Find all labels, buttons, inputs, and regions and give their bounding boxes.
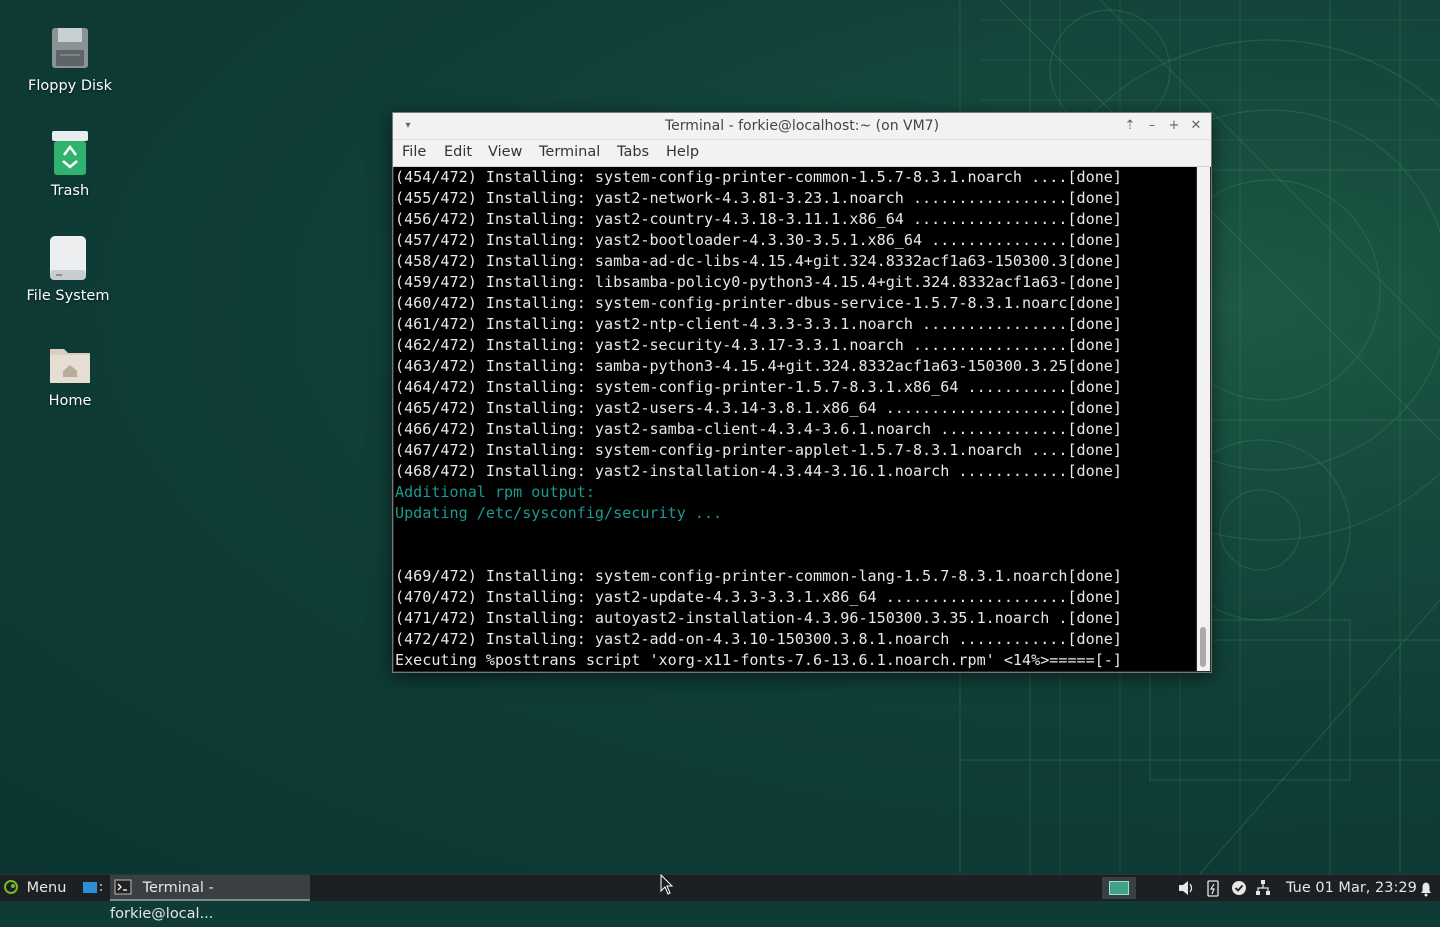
- menu-file[interactable]: File: [402, 144, 426, 160]
- terminal-line: (463/472) Installing: samba-python3-4.15…: [395, 357, 1122, 375]
- desktop-icon: [83, 882, 102, 893]
- volume-icon[interactable]: [1177, 875, 1197, 901]
- bell-icon: [1421, 882, 1431, 897]
- desktop-icon-file-system[interactable]: File System: [8, 234, 128, 304]
- terminal-line: (459/472) Installing: libsamba-policy0-p…: [395, 273, 1122, 291]
- terminal-line: Executing %posttrans script 'xorg-x11-fo…: [395, 651, 1122, 669]
- menu-terminal[interactable]: Terminal: [539, 144, 600, 160]
- terminal-line: Updating /etc/sysconfig/security ...: [395, 504, 723, 522]
- workspace-1[interactable]: [1109, 881, 1129, 895]
- window-title: Terminal - forkie@localhost:~ (on VM7): [664, 118, 940, 134]
- menu-tabs[interactable]: Tabs: [617, 144, 649, 160]
- terminal-menubar: File Edit View Terminal Tabs Help: [393, 140, 1211, 167]
- menu-edit[interactable]: Edit: [444, 144, 472, 160]
- opensuse-logo-icon: [4, 880, 18, 894]
- terminal-lines: (454/472) Installing: system-config-prin…: [395, 167, 1122, 671]
- terminal-line: (468/472) Installing: yast2-installation…: [395, 462, 1122, 480]
- terminal-line: (466/472) Installing: yast2-samba-client…: [395, 420, 1122, 438]
- terminal-line: (454/472) Installing: system-config-prin…: [395, 168, 1122, 186]
- taskbar: Menu Terminal - forkie@local... Tue 01 M…: [0, 874, 1440, 922]
- floppy-disk-icon: [52, 28, 88, 68]
- desktop-icon-label: Trash: [50, 183, 90, 199]
- desktop: Floppy Disk Trash File System Home ▾ Ter…: [0, 0, 1440, 874]
- terminal-line: (462/472) Installing: yast2-security-4.3…: [395, 336, 1122, 354]
- mouse-pointer-icon: [660, 874, 674, 895]
- scrollbar-thumb[interactable]: [1200, 627, 1206, 667]
- desktop-icon-floppy-disk[interactable]: Floppy Disk: [10, 24, 130, 94]
- keep-above-icon[interactable]: ⇡: [1121, 117, 1139, 135]
- terminal-line: Additional rpm output:: [395, 483, 595, 501]
- minimize-icon[interactable]: –: [1143, 117, 1161, 135]
- taskbar-task-terminal[interactable]: Terminal - forkie@local...: [110, 875, 310, 922]
- menu-view[interactable]: View: [488, 144, 522, 160]
- network-icon[interactable]: [1254, 875, 1274, 901]
- terminal-output[interactable]: (454/472) Installing: system-config-prin…: [394, 167, 1196, 671]
- network-wired-icon: [1256, 880, 1270, 895]
- terminal-line: (464/472) Installing: system-config-prin…: [395, 378, 1122, 396]
- speaker-icon: [1179, 881, 1193, 895]
- terminal-window[interactable]: ▾ Terminal - forkie@localhost:~ (on VM7)…: [392, 112, 1212, 673]
- maximize-icon[interactable]: +: [1165, 117, 1183, 135]
- terminal-line: (465/472) Installing: yast2-users-4.3.14…: [395, 399, 1122, 417]
- trash-icon: [52, 131, 88, 175]
- terminal-line: (467/472) Installing: system-config-prin…: [395, 441, 1122, 459]
- show-desktop-button[interactable]: [80, 875, 106, 901]
- terminal-line: (469/472) Installing: system-config-prin…: [395, 567, 1122, 585]
- close-icon[interactable]: ✕: [1187, 117, 1205, 135]
- updates-icon[interactable]: [1230, 875, 1250, 901]
- terminal-line: (470/472) Installing: yast2-update-4.3.3…: [395, 588, 1122, 606]
- battery-icon[interactable]: [1206, 875, 1222, 901]
- terminal-line: (472/472) Installing: yast2-add-on-4.3.1…: [395, 630, 1122, 648]
- terminal-line: (460/472) Installing: system-config-prin…: [395, 294, 1122, 312]
- terminal-line: (471/472) Installing: autoyast2-installa…: [395, 609, 1122, 627]
- terminal-scrollbar[interactable]: [1197, 167, 1210, 671]
- workspace-switcher[interactable]: [1102, 877, 1136, 899]
- battery-charging-icon: [1207, 880, 1219, 897]
- terminal-line: (458/472) Installing: samba-ad-dc-libs-4…: [395, 252, 1122, 270]
- desktop-icon-label: Home: [48, 393, 92, 409]
- check-circle-icon: [1232, 881, 1246, 895]
- menu-help[interactable]: Help: [666, 144, 699, 160]
- terminal-line: (457/472) Installing: yast2-bootloader-4…: [395, 231, 1122, 249]
- clock[interactable]: Tue 01 Mar, 23:29: [1286, 875, 1417, 901]
- terminal-line: (461/472) Installing: yast2-ntp-client-4…: [395, 315, 1122, 333]
- desktop-icon-home[interactable]: Home: [10, 339, 130, 409]
- terminal-line: (455/472) Installing: yast2-network-4.3.…: [395, 189, 1122, 207]
- desktop-icon-label: File System: [26, 288, 110, 304]
- terminal-app-icon: [114, 879, 132, 895]
- desktop-icon-trash[interactable]: Trash: [10, 129, 130, 199]
- drive-icon: [50, 236, 86, 280]
- window-titlebar[interactable]: ▾ Terminal - forkie@localhost:~ (on VM7)…: [393, 113, 1211, 140]
- menu-label: Menu: [26, 880, 67, 896]
- home-folder-icon: [50, 349, 90, 383]
- desktop-icon-label: Floppy Disk: [28, 78, 112, 94]
- notifications-icon[interactable]: [1418, 875, 1436, 901]
- menu-button[interactable]: Menu: [4, 875, 66, 901]
- terminal-line: (456/472) Installing: yast2-country-4.3.…: [395, 210, 1122, 228]
